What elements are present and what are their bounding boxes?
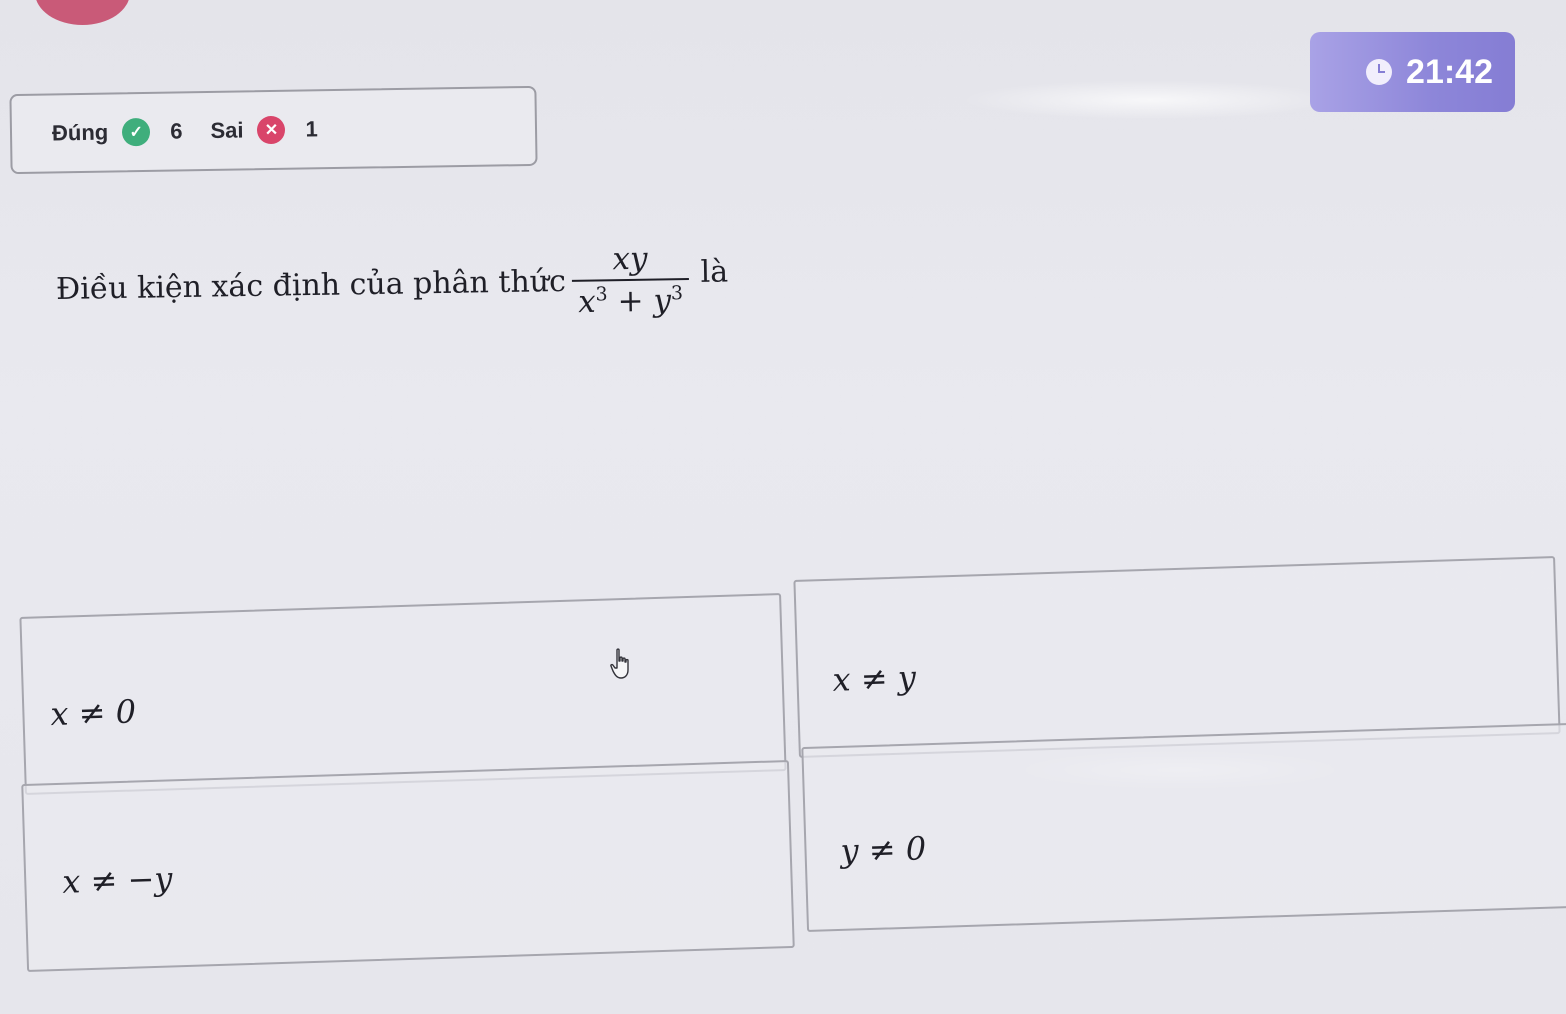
denominator-x: x: [577, 283, 596, 321]
clock-icon: [1366, 59, 1393, 85]
check-circle-icon: ✓: [122, 117, 151, 147]
wrong-count: 1: [305, 116, 318, 142]
denominator-exponent-x: 3: [595, 283, 608, 306]
denominator-y: y: [653, 282, 672, 319]
avatar[interactable]: [35, 0, 130, 25]
fraction: xy x3 + y3: [571, 240, 690, 321]
timer: 21:42: [1310, 32, 1515, 112]
question-text: Điều kiện xác định của phân thức xy x3 +…: [55, 239, 728, 328]
screen-glare: [960, 80, 1340, 120]
question-prefix: Điều kiện xác định của phân thức: [55, 263, 567, 307]
denominator-exponent-y: 3: [670, 282, 684, 305]
hand-cursor-icon: [610, 648, 629, 679]
x-circle-icon: ✕: [257, 115, 286, 145]
answer-option-c[interactable]: x ≠ −y: [21, 759, 795, 973]
timer-value: 21:42: [1406, 52, 1493, 91]
answer-text: x ≠ −y: [61, 859, 173, 901]
denominator-plus: +: [607, 282, 654, 320]
score-panel: Đúng ✓ 6 Sai ✕ 1: [9, 85, 538, 175]
answer-text: x ≠ y: [831, 658, 917, 699]
answer-text: y ≠ 0: [839, 829, 927, 870]
answer-option-d[interactable]: y ≠ 0: [801, 722, 1566, 933]
fraction-numerator: xy: [612, 240, 648, 278]
wrong-label: Sai: [210, 117, 244, 143]
answer-text: x ≠ 0: [49, 692, 137, 734]
correct-label: Đúng: [51, 119, 109, 146]
question-suffix: là: [700, 254, 729, 290]
fraction-denominator: x3 + y3: [571, 278, 690, 321]
correct-count: 6: [170, 118, 183, 144]
